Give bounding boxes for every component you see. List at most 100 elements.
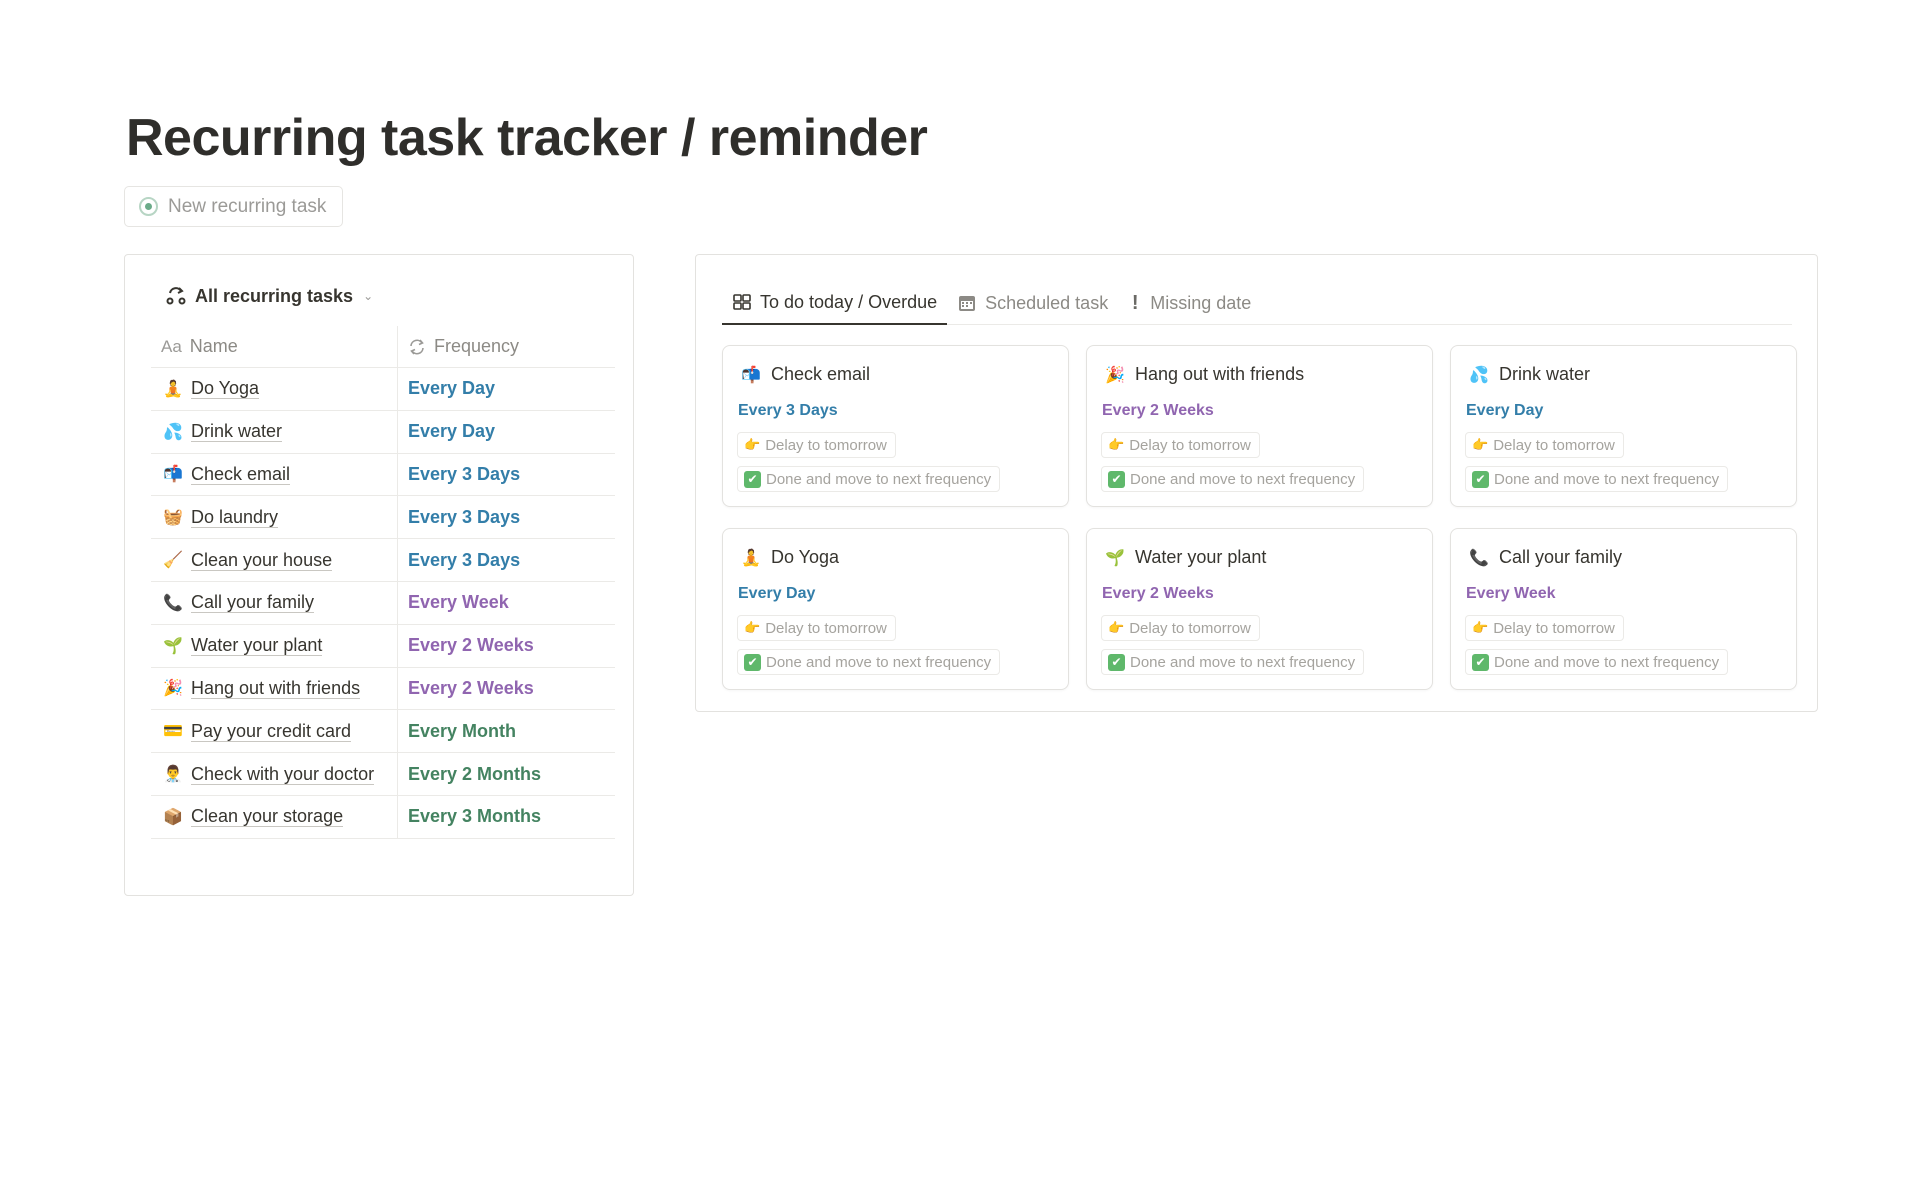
card-frequency: Every 2 Weeks	[1102, 585, 1214, 602]
table-row[interactable]: 🌱 Water your plant Every 2 Weeks	[151, 624, 615, 668]
table-row[interactable]: 🧺 Do laundry Every 3 Days	[151, 496, 615, 540]
recurring-arrows-icon	[166, 287, 186, 305]
refresh-icon	[410, 338, 424, 355]
table-row[interactable]: 📦 Clean your storage Every 3 Months	[151, 795, 615, 839]
task-emoji-icon: 📬	[741, 366, 761, 384]
tab-missing-date[interactable]: ! Missing date	[1118, 281, 1261, 325]
chevron-down-icon: ⌄	[363, 289, 374, 303]
done-next-frequency-button[interactable]: ✔ Done and move to next frequency	[1101, 466, 1365, 492]
tab-scheduled-task[interactable]: Scheduled task	[947, 281, 1118, 325]
task-frequency-cell[interactable]: Every 3 Days	[398, 496, 615, 538]
task-frequency-cell[interactable]: Every Day	[398, 368, 615, 410]
done-label: Done and move to next frequency	[766, 653, 992, 671]
done-next-frequency-button[interactable]: ✔ Done and move to next frequency	[737, 466, 1001, 492]
all-recurring-tasks-panel: All recurring tasks ⌄ Aa Name Frequency …	[124, 254, 634, 896]
task-card[interactable]: 🌱 Water your plant Every 2 Weeks 👉 Delay to …	[1086, 528, 1433, 690]
task-name-cell[interactable]: 💦 Drink water	[151, 410, 398, 453]
task-name-label: Clean your house	[191, 549, 333, 571]
delay-label: Delay to tomorrow	[1493, 619, 1615, 637]
card-title: 💦 Drink water	[1469, 364, 1590, 385]
calendar-icon	[959, 296, 976, 311]
task-name-cell[interactable]: 📞 Call your family	[151, 581, 398, 624]
check-mark-icon: ✔	[744, 653, 761, 671]
task-emoji-icon: 🧹	[163, 552, 183, 570]
card-title: 🌱 Water your plant	[1105, 547, 1266, 568]
task-emoji-icon: 💦	[163, 423, 183, 441]
task-card[interactable]: 🎉 Hang out with friends Every 2 Weeks 👉 Dela…	[1086, 345, 1433, 507]
table-row[interactable]: 📞 Call your family Every Week	[151, 581, 615, 625]
done-next-frequency-button[interactable]: ✔ Done and move to next frequency	[1101, 649, 1365, 675]
table-row[interactable]: 💳 Pay your credit card Every Month	[151, 710, 615, 754]
task-frequency-cell[interactable]: Every 3 Months	[398, 796, 615, 838]
task-name-label: Call your family	[191, 592, 315, 614]
delay-to-tomorrow-button[interactable]: 👉 Delay to tomorrow	[1465, 432, 1624, 458]
today-gallery-panel: To do today / Overdue Scheduled task ! M…	[695, 254, 1818, 712]
tab-to-do-today[interactable]: To do today / Overdue	[722, 281, 948, 325]
task-name-label: Do Yoga	[191, 378, 260, 400]
check-mark-icon: ✔	[1108, 653, 1125, 671]
task-emoji-icon: 🧘	[741, 549, 761, 567]
card-title: 📞 Call your family	[1469, 547, 1622, 568]
column-header-name[interactable]: Aa Name	[151, 326, 398, 367]
check-mark-icon: ✔	[1472, 470, 1489, 488]
exclamation-icon: !	[1131, 291, 1139, 314]
new-recurring-task-button[interactable]: New recurring task	[124, 186, 344, 227]
task-frequency-cell[interactable]: Every Day	[398, 411, 615, 453]
pointing-hand-icon: 👉	[744, 620, 761, 635]
task-name-cell[interactable]: 📬 Check email	[151, 453, 398, 496]
task-name-cell[interactable]: 🧺 Do laundry	[151, 496, 398, 539]
tab-label: Scheduled task	[985, 292, 1109, 313]
task-name-cell[interactable]: 📦 Clean your storage	[151, 795, 398, 838]
card-title: 🎉 Hang out with friends	[1105, 364, 1304, 385]
table-row[interactable]: 🎉 Hang out with friends Every 2 Weeks	[151, 667, 615, 711]
task-emoji-icon: 💳	[163, 723, 183, 741]
done-next-frequency-button[interactable]: ✔ Done and move to next frequency	[737, 649, 1001, 675]
delay-to-tomorrow-button[interactable]: 👉 Delay to tomorrow	[737, 615, 896, 641]
task-frequency-cell[interactable]: Every 3 Days	[398, 454, 615, 496]
task-card[interactable]: 🧘 Do Yoga Every Day 👉 Delay to tomorrow ✔ Done…	[722, 528, 1069, 690]
tasks-table: Aa Name Frequency 🧘 Do Yoga Every Day 💦 Drin…	[151, 326, 615, 839]
task-frequency-cell[interactable]: Every 2 Months	[398, 753, 615, 795]
done-next-frequency-button[interactable]: ✔ Done and move to next frequency	[1465, 649, 1729, 675]
column-frequency-label: Frequency	[434, 336, 520, 356]
delay-to-tomorrow-button[interactable]: 👉 Delay to tomorrow	[1465, 615, 1624, 641]
card-title-label: Drink water	[1499, 364, 1591, 384]
done-label: Done and move to next frequency	[1130, 653, 1356, 671]
card-title-label: Water your plant	[1135, 547, 1267, 567]
task-name-cell[interactable]: 👨‍⚕️ Check with your doctor	[151, 753, 398, 795]
task-emoji-icon: 📞	[163, 594, 183, 612]
task-frequency-cell[interactable]: Every 2 Weeks	[398, 625, 615, 667]
task-name-cell[interactable]: 🎉 Hang out with friends	[151, 667, 398, 710]
task-card[interactable]: 💦 Drink water Every Day 👉 Delay to tomorrow ✔…	[1450, 345, 1797, 507]
task-frequency-cell[interactable]: Every Week	[398, 582, 615, 624]
task-frequency-cell[interactable]: Every 2 Weeks	[398, 668, 615, 710]
table-row[interactable]: 👨‍⚕️ Check with your doctor Every 2 Months	[151, 753, 615, 796]
task-name-cell[interactable]: 🌱 Water your plant	[151, 624, 398, 667]
task-frequency-cell[interactable]: Every Month	[398, 710, 615, 752]
task-emoji-icon: 🎉	[1105, 366, 1125, 384]
task-frequency-cell[interactable]: Every 3 Days	[398, 539, 615, 581]
delay-to-tomorrow-button[interactable]: 👉 Delay to tomorrow	[1101, 432, 1260, 458]
table-row[interactable]: 🧘 Do Yoga Every Day	[151, 368, 615, 411]
task-name-cell[interactable]: 🧘 Do Yoga	[151, 368, 398, 410]
pointing-hand-icon: 👉	[1472, 620, 1489, 635]
done-next-frequency-button[interactable]: ✔ Done and move to next frequency	[1465, 466, 1729, 492]
pointing-hand-icon: 👉	[1472, 437, 1489, 452]
task-name-cell[interactable]: 💳 Pay your credit card	[151, 710, 398, 753]
task-name-label: Water your plant	[191, 635, 323, 657]
delay-to-tomorrow-button[interactable]: 👉 Delay to tomorrow	[737, 432, 896, 458]
column-header-frequency[interactable]: Frequency	[398, 326, 615, 367]
task-card[interactable]: 📞 Call your family Every Week 👉 Delay to tom…	[1450, 528, 1797, 690]
task-name-label: Check email	[191, 463, 291, 485]
task-card[interactable]: 📬 Check email Every 3 Days 👉 Delay to tomorr…	[722, 345, 1069, 507]
delay-to-tomorrow-button[interactable]: 👉 Delay to tomorrow	[1101, 615, 1260, 641]
pointing-hand-icon: 👉	[744, 437, 761, 452]
table-header: Aa Name Frequency	[151, 326, 615, 368]
task-name-cell[interactable]: 🧹 Clean your house	[151, 539, 398, 581]
table-row[interactable]: 📬 Check email Every 3 Days	[151, 453, 615, 497]
check-mark-icon: ✔	[744, 470, 761, 488]
task-emoji-icon: 👨‍⚕️	[163, 766, 183, 784]
view-selector[interactable]: All recurring tasks ⌄	[165, 285, 373, 307]
table-row[interactable]: 🧹 Clean your house Every 3 Days	[151, 539, 615, 582]
table-row[interactable]: 💦 Drink water Every Day	[151, 410, 615, 454]
